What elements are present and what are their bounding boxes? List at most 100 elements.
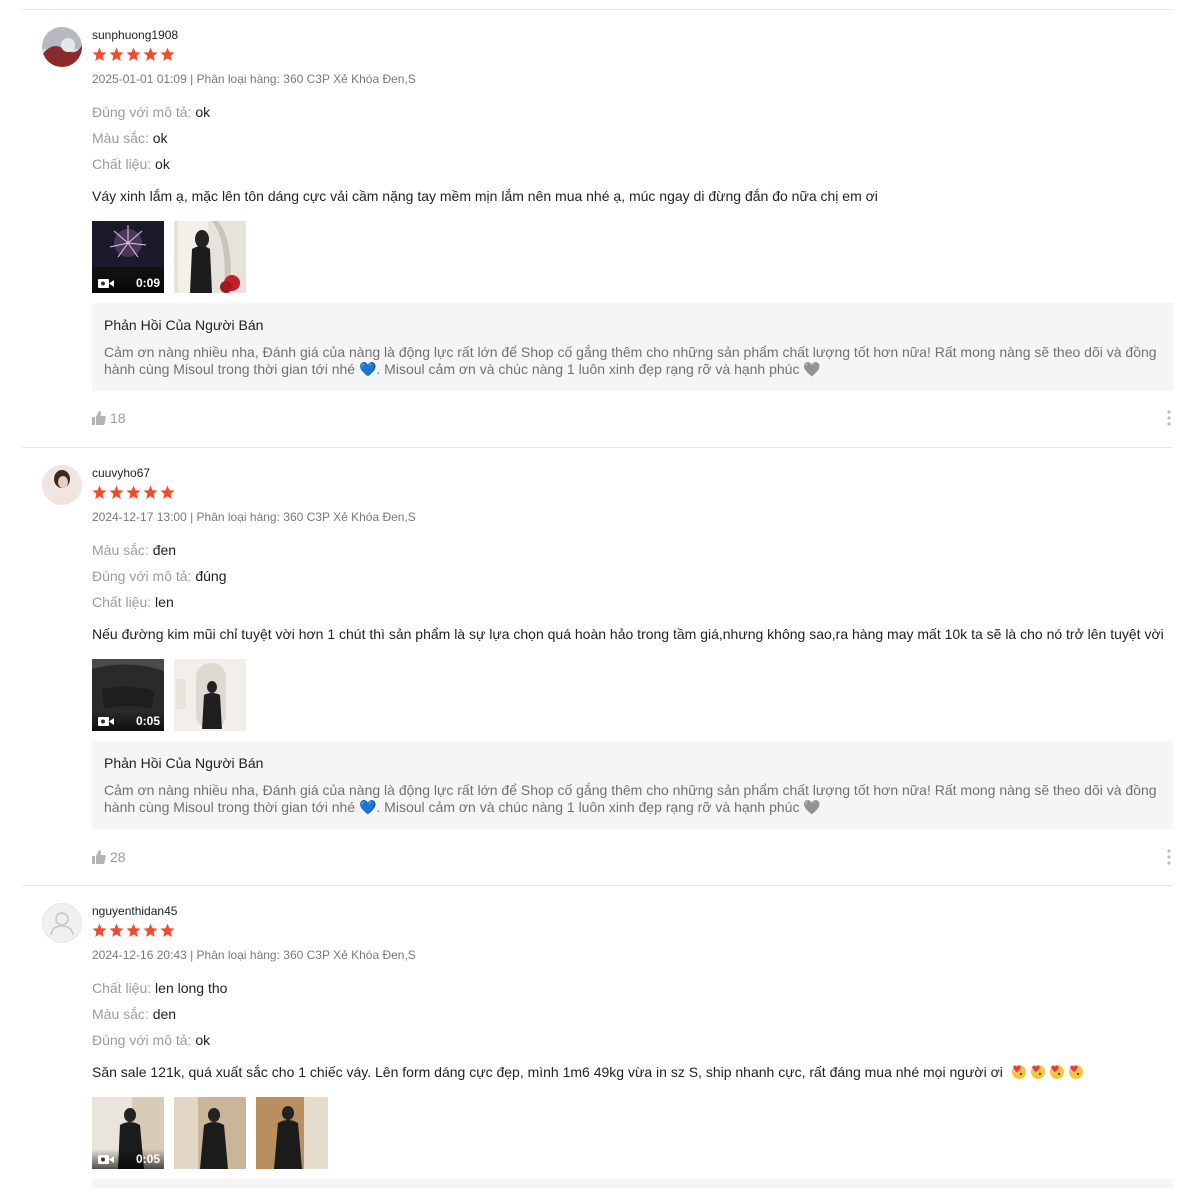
photo-thumbnail[interactable] [256, 1097, 328, 1169]
review-comment: Săn sale 121k, quá xuất sắc cho 1 chiếc … [92, 1064, 1084, 1080]
kiss-emoji-icon [1011, 1064, 1027, 1080]
review-comment: Nếu đường kim mũi chỉ tuyệt vời hơn 1 ch… [92, 626, 1164, 642]
attribute-row: Đúng với mô tả: đúng [92, 568, 227, 584]
star-icon [160, 485, 175, 499]
review-username: cuuvyho67 [92, 466, 151, 480]
black-heart-icon: 🖤 [803, 799, 821, 815]
review-media: 0:09 [92, 221, 246, 293]
attribute-row: Chất liệu: ok [92, 156, 170, 172]
attribute-row: Màu sắc: ok [92, 130, 168, 146]
like-count: 28 [110, 849, 126, 865]
blue-heart-icon: 💙 [358, 799, 377, 815]
seller-reply-segment: hành cùng Misoul trong thời gian tới nhé [104, 799, 359, 815]
attribute-label: Màu sắc: [92, 130, 153, 146]
attribute-label: Chất liệu: [92, 156, 156, 172]
black-heart-icon: 🖤 [803, 361, 821, 377]
star-icon [92, 923, 107, 937]
emoji-row [1011, 1064, 1084, 1080]
like-button[interactable]: 28 [92, 849, 126, 865]
rating-stars [92, 485, 175, 500]
video-camera-icon [98, 278, 114, 288]
attribute-value: ok [155, 156, 170, 172]
kiss-emoji-icon [1068, 1064, 1084, 1080]
seller-reply-title: Phản Hồi Của Người Bán [104, 755, 264, 771]
attribute-value: đen [152, 542, 177, 558]
review-comment-text: Săn sale 121k, quá xuất sắc cho 1 chiếc … [92, 1064, 1003, 1080]
seller-reply-text: Cảm ơn nàng nhiều nha, Đánh giá của nàng… [104, 782, 1161, 816]
like-button[interactable]: 18 [92, 410, 126, 426]
reviews-list: sunphuong1908 2025-01-01 01:09 | Phân lo… [0, 0, 1198, 1188]
star-icon [160, 923, 175, 937]
star-icon [92, 47, 107, 61]
review-media: 0:05 [92, 659, 246, 731]
seller-reply-line: Cảm ơn nàng nhiều nha, Đánh giá của nàng… [104, 782, 1157, 798]
video-thumbnail[interactable]: 0:05 [92, 659, 164, 731]
kiss-emoji-icon [1030, 1064, 1046, 1080]
star-icon [109, 485, 124, 499]
review-meta: 2025-01-01 01:09 | Phân loại hàng: 360 C… [92, 72, 416, 86]
video-camera-icon [98, 1154, 114, 1164]
kiss-emoji-icon [1049, 1064, 1065, 1080]
attribute-row: Chất liệu: len [92, 594, 174, 610]
seller-reply [92, 1179, 1173, 1188]
attribute-row: Màu sắc: đen [92, 542, 176, 558]
thumbs-up-icon [92, 850, 106, 864]
attribute-value: len long tho [155, 980, 228, 996]
attribute-row: Chất liệu: len long tho [92, 980, 227, 996]
video-thumbnail[interactable]: 0:09 [92, 221, 164, 293]
seller-reply: Phản Hồi Của Người Bán Cảm ơn nàng nhiều… [92, 741, 1173, 829]
review-meta: 2024-12-16 20:43 | Phân loại hàng: 360 C… [92, 948, 416, 962]
star-icon [143, 923, 158, 937]
attribute-label: Đúng với mô tả: [92, 1032, 196, 1048]
attribute-label: Màu sắc: [92, 1006, 153, 1022]
review-comment: Váy xinh lắm ạ, mặc lên tôn dáng cực vải… [92, 188, 878, 204]
seller-reply-line: hành cùng Misoul trong thời gian tới nhé… [104, 799, 1161, 816]
seller-reply-segment: . Misoul cảm ơn và chúc nàng 1 luôn xinh… [376, 361, 804, 377]
review-username: nguyenthidan45 [92, 904, 178, 918]
seller-reply-segment: hành cùng Misoul trong thời gian tới nhé [104, 361, 359, 377]
star-icon [126, 485, 141, 499]
video-duration: 0:05 [135, 1152, 160, 1166]
star-icon [92, 485, 107, 499]
thumbs-up-icon [92, 411, 106, 425]
avatar[interactable] [42, 27, 82, 67]
avatar[interactable] [42, 903, 82, 943]
attribute-value: ok [152, 130, 168, 146]
attribute-row: Đúng với mô tả: ok [92, 1032, 210, 1048]
star-icon [160, 47, 175, 61]
video-badge: 0:09 [92, 273, 164, 293]
review-username: sunphuong1908 [92, 28, 179, 42]
star-icon [126, 47, 141, 61]
seller-reply-line: hành cùng Misoul trong thời gian tới nhé… [104, 361, 1161, 378]
attribute-value: ok [195, 1032, 211, 1048]
seller-reply-segment: . Misoul cảm ơn và chúc nàng 1 luôn xinh… [376, 799, 804, 815]
video-camera-icon [98, 716, 114, 726]
attribute-value: đúng [195, 568, 227, 584]
attribute-label: Đúng với mô tả: [92, 568, 196, 584]
photo-thumbnail[interactable] [174, 221, 246, 293]
attribute-value: den [152, 1006, 177, 1022]
video-duration: 0:05 [135, 714, 160, 728]
more-options-icon[interactable] [1167, 849, 1171, 865]
video-thumbnail[interactable]: 0:05 [92, 1097, 164, 1169]
video-duration: 0:09 [135, 276, 160, 290]
seller-reply-text: Cảm ơn nàng nhiều nha, Đánh giá của nàng… [104, 344, 1161, 378]
photo-thumbnail[interactable] [174, 659, 246, 731]
attribute-label: Màu sắc: [92, 542, 153, 558]
attribute-value: ok [195, 104, 211, 120]
attribute-value: len [155, 594, 174, 610]
review-item: sunphuong1908 2025-01-01 01:09 | Phân lo… [22, 10, 1173, 448]
attribute-label: Chất liệu: [92, 980, 156, 996]
photo-thumbnail[interactable] [174, 1097, 246, 1169]
attribute-label: Chất liệu: [92, 594, 156, 610]
video-badge: 0:05 [92, 1149, 164, 1169]
review-media: 0:05 [92, 1097, 328, 1169]
star-icon [109, 47, 124, 61]
review-meta: 2024-12-17 13:00 | Phân loại hàng: 360 C… [92, 510, 416, 524]
attribute-row: Màu sắc: den [92, 1006, 176, 1022]
more-options-icon[interactable] [1167, 410, 1171, 426]
seller-reply-line: Cảm ơn nàng nhiều nha, Đánh giá của nàng… [104, 344, 1157, 360]
avatar[interactable] [42, 465, 82, 505]
rating-stars [92, 47, 175, 62]
star-icon [143, 485, 158, 499]
